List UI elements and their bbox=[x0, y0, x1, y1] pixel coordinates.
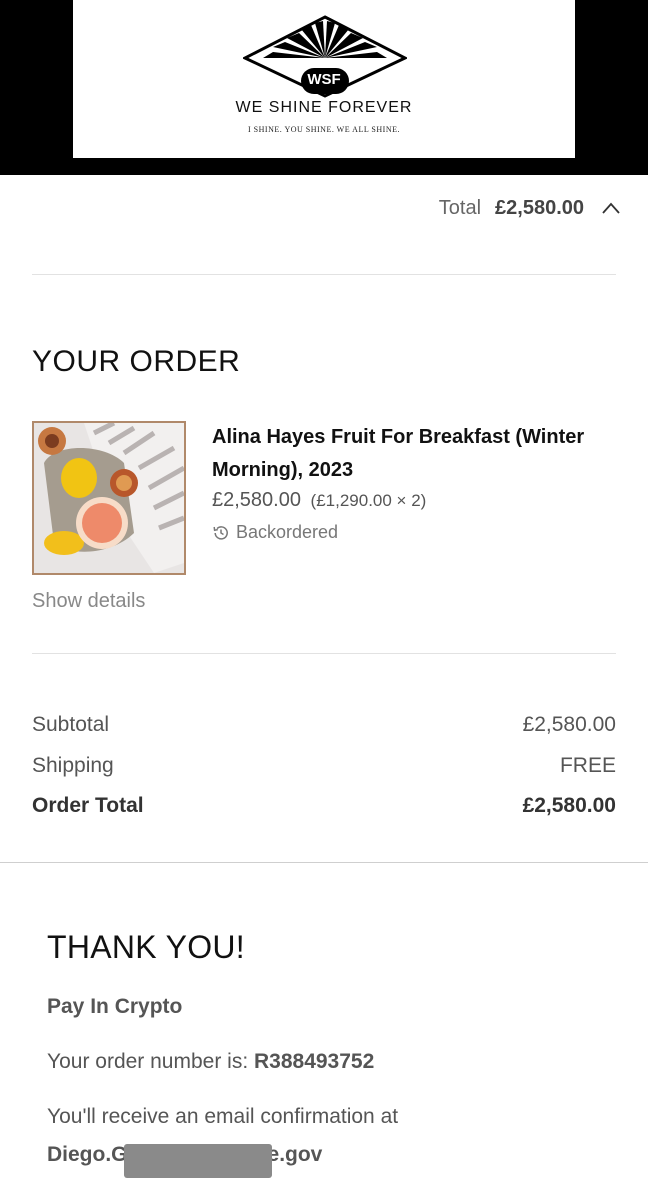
email-start: Diego.G bbox=[47, 1143, 128, 1166]
email-end: e.gov bbox=[267, 1143, 323, 1166]
redaction-box bbox=[123, 1144, 272, 1178]
order-total-label: Order Total bbox=[32, 794, 144, 817]
payment-method: Pay In Crypto bbox=[47, 995, 183, 1018]
order-number: R388493752 bbox=[254, 1050, 375, 1073]
summary-total-label: Total bbox=[438, 197, 482, 219]
chevron-up-icon[interactable] bbox=[602, 202, 620, 216]
show-details-link[interactable]: Show details bbox=[32, 590, 145, 613]
header-banner: WSF WE SHINE FOREVER I SHINE. YOU SHINE.… bbox=[0, 0, 648, 175]
order-summary-toggle[interactable]: Total £2,580.00 bbox=[438, 197, 620, 220]
product-price: £2,580.00 (£1,290.00 × 2) bbox=[212, 489, 426, 512]
subtotal-row: Subtotal £2,580.00 bbox=[32, 713, 616, 737]
product-thumbnail[interactable] bbox=[32, 421, 186, 575]
subtotal-value: £2,580.00 bbox=[522, 713, 616, 736]
history-icon bbox=[213, 525, 228, 540]
order-total-row: Order Total £2,580.00 bbox=[32, 794, 616, 818]
order-number-line: Your order number is: R388493752 bbox=[47, 1050, 374, 1074]
order-total-value: £2,580.00 bbox=[522, 794, 616, 817]
shipping-row: Shipping FREE bbox=[32, 754, 616, 778]
backorder-label: Backordered bbox=[236, 522, 339, 542]
confirmation-email: Diego.G e.gov bbox=[47, 1138, 323, 1178]
brand-name: WE SHINE FOREVER bbox=[235, 99, 413, 116]
product-title[interactable]: Alina Hayes Fruit For Breakfast (Winter … bbox=[212, 421, 612, 487]
your-order-heading: YOUR ORDER bbox=[32, 345, 241, 378]
backorder-status: Backordered bbox=[212, 522, 338, 543]
brand-logo: WSF WE SHINE FOREVER I SHINE. YOU SHINE.… bbox=[73, 0, 575, 158]
product-line-total: £2,580.00 bbox=[212, 489, 301, 511]
thank-you-heading: THANK YOU! bbox=[47, 929, 245, 965]
divider bbox=[32, 653, 616, 654]
shipping-value: FREE bbox=[559, 754, 616, 777]
product-image bbox=[34, 423, 184, 573]
divider bbox=[32, 274, 616, 275]
email-confirmation-text: You'll receive an email confirmation at bbox=[47, 1105, 399, 1128]
brand-tagline: I SHINE. YOU SHINE. WE ALL SHINE. bbox=[248, 125, 400, 134]
product-unit-breakdown: (£1,290.00 × 2) bbox=[310, 491, 427, 510]
section-divider bbox=[0, 862, 648, 863]
order-number-prefix: Your order number is: bbox=[47, 1050, 254, 1073]
summary-total-value: £2,580.00 bbox=[495, 197, 584, 219]
subtotal-label: Subtotal bbox=[32, 713, 110, 736]
shipping-label: Shipping bbox=[32, 754, 114, 777]
logo-monogram: WSF bbox=[307, 71, 341, 88]
